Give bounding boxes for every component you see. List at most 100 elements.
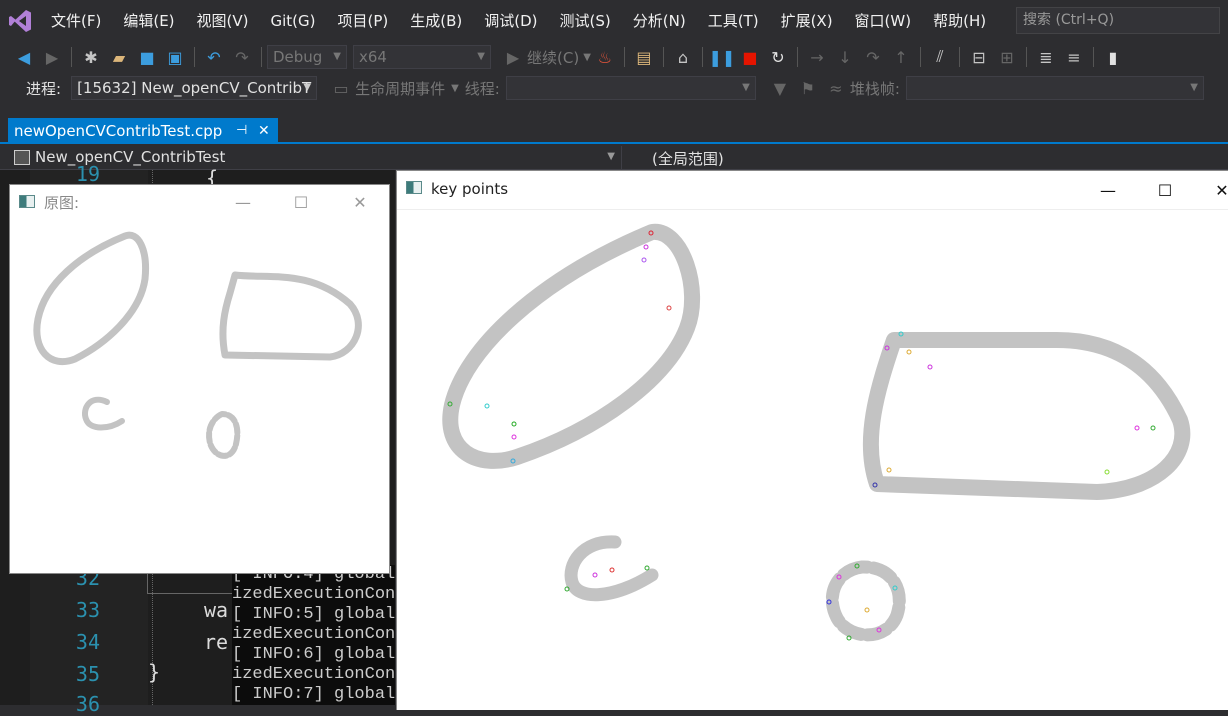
minimize-button[interactable]: — xyxy=(1085,173,1131,207)
menu-view[interactable]: 视图(V) xyxy=(186,0,260,42)
uncomment-icon[interactable]: ≡ xyxy=(1062,45,1086,69)
undo-icon[interactable]: ↶ xyxy=(202,45,226,69)
threads-icon[interactable]: ⊟ xyxy=(967,45,991,69)
menu-window[interactable]: 窗口(W) xyxy=(844,0,923,42)
save-icon[interactable]: ■ xyxy=(135,45,159,69)
navigate-back-icon[interactable]: ◀ xyxy=(12,45,36,69)
application-insights-icon[interactable]: ⌂ xyxy=(671,45,695,69)
new-project-icon[interactable]: ✱ xyxy=(79,45,103,69)
stack-frame-select[interactable]: ▼ xyxy=(905,76,1204,100)
hot-reload-flame-icon[interactable]: ♨ xyxy=(593,45,617,69)
thread-select[interactable]: ▼ xyxy=(505,76,756,100)
menu-git[interactable]: Git(G) xyxy=(260,0,327,42)
key-point-marker xyxy=(643,244,649,250)
minimize-button[interactable]: — xyxy=(220,185,266,219)
window-title-bar[interactable]: 原图: — ☐ ✕ xyxy=(10,185,389,219)
redo-icon[interactable]: ↷ xyxy=(230,45,254,69)
visual-studio-logo-icon xyxy=(0,0,40,42)
toolbar-separator xyxy=(958,47,960,67)
console-line: [ INFO:7] global xyxy=(232,685,395,704)
tab-newopencvcontribtest-cpp[interactable]: newOpenCVContribTest.cpp ⊣ ✕ xyxy=(8,118,278,144)
configuration-select[interactable]: Debug ▼ xyxy=(267,45,347,69)
parallel-stacks-icon[interactable]: ⊞ xyxy=(995,45,1019,69)
menu-debug[interactable]: 调试(D) xyxy=(473,0,548,42)
chevron-down-icon: ▼ xyxy=(303,82,312,93)
key-point-marker xyxy=(644,565,650,571)
show-next-statement-icon[interactable]: → xyxy=(805,45,829,69)
key-points-window[interactable]: key points — ☐ ✕ xyxy=(396,170,1228,710)
console-window[interactable]: [ INFO:4] global izedExecutionCon [ INFO… xyxy=(232,565,395,705)
pin-tab-icon[interactable]: ⊣ xyxy=(236,118,247,144)
lifecycle-events-button[interactable]: 生命周期事件 xyxy=(355,78,445,99)
key-point-marker xyxy=(484,403,490,409)
window-title-bar[interactable]: key points — ☐ ✕ xyxy=(397,171,1228,209)
key-point-marker xyxy=(1134,425,1140,431)
key-point-marker xyxy=(641,257,647,263)
key-point-marker xyxy=(609,567,615,573)
step-over-icon[interactable]: ↷ xyxy=(861,45,885,69)
close-button[interactable]: ✕ xyxy=(1199,173,1228,207)
search-box[interactable]: 搜索 (Ctrl+Q) xyxy=(1016,7,1220,34)
key-point-marker xyxy=(1150,425,1156,431)
code-line: } xyxy=(148,660,161,684)
scope-dropdown[interactable]: (全局范围) xyxy=(626,146,1228,169)
continue-button[interactable]: 继续(C) xyxy=(527,47,579,68)
menu-extensions[interactable]: 扩展(X) xyxy=(770,0,844,42)
code-line: wa xyxy=(204,598,229,622)
line-number: 19 xyxy=(75,162,100,186)
menu-analyze[interactable]: 分析(N) xyxy=(622,0,697,42)
console-line: izedExecutionCon xyxy=(232,665,395,684)
hex-display-icon[interactable]: ⫽ xyxy=(928,45,952,69)
key-point-marker xyxy=(906,349,912,355)
platform-select[interactable]: x64 ▼ xyxy=(353,45,491,69)
step-into-icon[interactable]: ↓ xyxy=(833,45,857,69)
navigate-forward-icon[interactable]: ▶ xyxy=(40,45,64,69)
debug-location-toolbar: 进程: [15632] New_openCV_ContribT ▼ ▭ 生命周期事… xyxy=(0,72,1228,104)
menu-file[interactable]: 文件(F) xyxy=(40,0,112,42)
filter-icon[interactable]: ▼ xyxy=(768,76,792,100)
maximize-button[interactable]: ☐ xyxy=(278,185,324,219)
lifecycle-events-icon[interactable]: ▭ xyxy=(329,76,353,100)
toolbar-separator xyxy=(261,47,262,67)
line-number: 34 xyxy=(75,630,100,654)
key-point-marker xyxy=(927,364,933,370)
pause-icon[interactable]: ❚❚ xyxy=(708,45,735,69)
stack-frame-label: 堆栈帧: xyxy=(849,79,900,98)
play-icon[interactable]: ▶ xyxy=(501,45,525,69)
process-value: [15632] New_openCV_ContribT xyxy=(77,79,312,97)
chevron-down-icon: ▼ xyxy=(607,151,615,162)
menu-project[interactable]: 项目(P) xyxy=(327,0,400,42)
show-threads-in-source-icon[interactable]: ≈ xyxy=(824,76,848,100)
menu-help[interactable]: 帮助(H) xyxy=(922,0,997,42)
thread-label: 线程: xyxy=(464,79,500,98)
chevron-down-icon: ▼ xyxy=(742,82,750,93)
step-out-icon[interactable]: ↑ xyxy=(889,45,913,69)
stop-icon[interactable]: ■ xyxy=(738,45,762,69)
restart-icon[interactable]: ↻ xyxy=(766,45,790,69)
key-point-marker xyxy=(511,434,517,440)
toolbar-separator xyxy=(623,47,625,67)
bookmark-icon[interactable]: ▮ xyxy=(1101,45,1125,69)
original-image-window[interactable]: 原图: — ☐ ✕ xyxy=(9,184,390,574)
c-shape-stroke xyxy=(82,396,125,431)
save-all-icon[interactable]: ▣ xyxy=(163,45,187,69)
menu-bar: 文件(F) 编辑(E) 视图(V) Git(G) 项目(P) 生成(B) 调试(… xyxy=(0,0,1228,42)
toolbar-separator xyxy=(701,47,703,67)
close-button[interactable]: ✕ xyxy=(337,185,383,219)
csdn-watermark: CSDN @F_eng135 xyxy=(1052,675,1206,695)
flag-icon[interactable]: ⚑ xyxy=(796,76,820,100)
toolbar-separator xyxy=(1025,47,1027,67)
menu-test[interactable]: 测试(S) xyxy=(549,0,622,42)
open-folder-icon[interactable]: ▰ xyxy=(107,45,131,69)
menu-build[interactable]: 生成(B) xyxy=(399,0,473,42)
menu-edit[interactable]: 编辑(E) xyxy=(112,0,185,42)
process-select[interactable]: [15632] New_openCV_ContribT ▼ xyxy=(71,76,318,100)
configuration-value: Debug xyxy=(273,48,323,66)
close-tab-icon[interactable]: ✕ xyxy=(258,118,270,144)
maximize-button[interactable]: ☐ xyxy=(1142,173,1188,207)
folder-search-icon[interactable]: ▤ xyxy=(632,45,656,69)
toolbar-separator xyxy=(662,47,664,67)
comment-icon[interactable]: ≣ xyxy=(1034,45,1058,69)
key-point-marker xyxy=(592,572,598,578)
menu-tools[interactable]: 工具(T) xyxy=(697,0,770,42)
